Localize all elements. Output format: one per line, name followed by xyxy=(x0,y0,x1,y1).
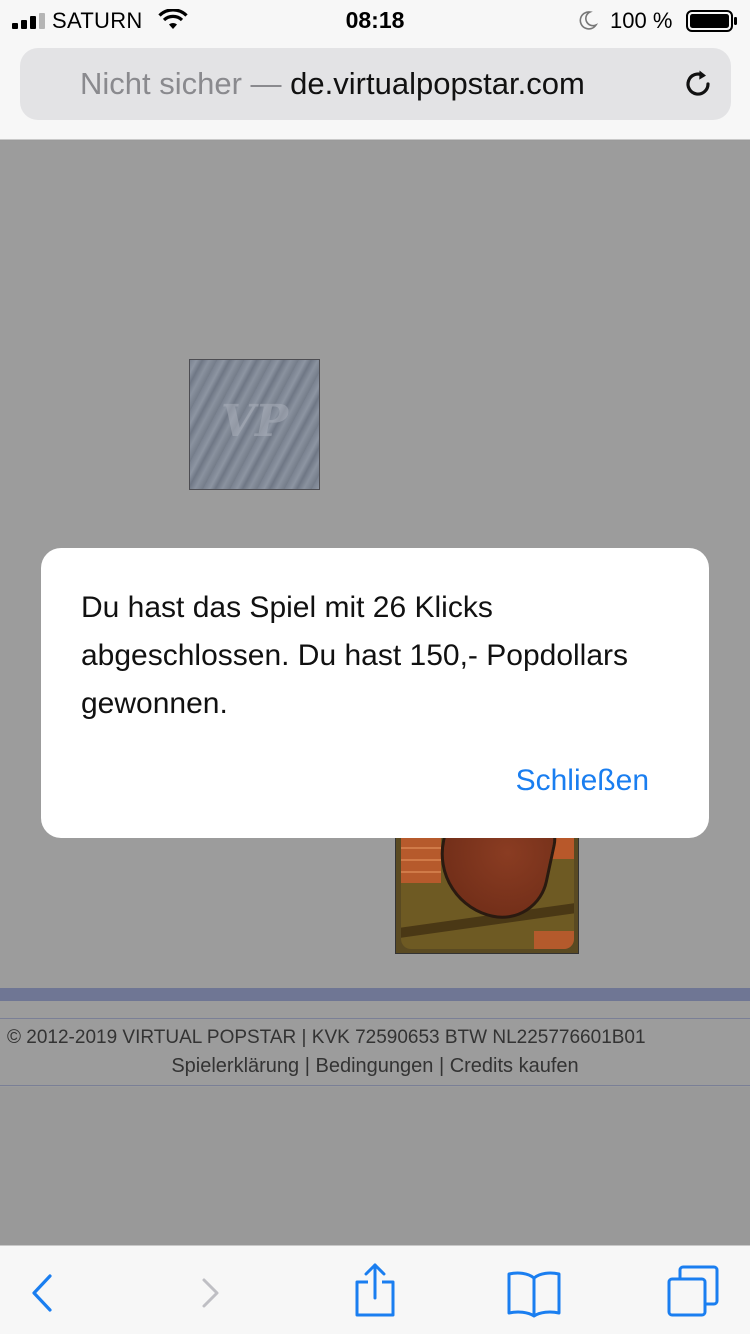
alert-message: Du hast das Spiel mit 26 Klicks abgeschl… xyxy=(81,591,629,720)
footer-separator: | xyxy=(299,1055,316,1077)
close-button[interactable]: Schließen xyxy=(516,764,649,798)
copyright-text: © 2012-2019 VIRTUAL POPSTAR | KVK 725906… xyxy=(7,1027,646,1048)
footer-separator: | xyxy=(433,1055,450,1077)
address-bar[interactable]: Nicht sicher — de.virtualpopstar.com xyxy=(20,48,731,120)
url-display[interactable]: Nicht sicher — de.virtualpopstar.com xyxy=(80,66,585,102)
card-artwork xyxy=(401,835,574,949)
footer-divider xyxy=(0,988,750,1001)
footer-links: Spielerklärung | Bedingungen | Credits k… xyxy=(0,1055,750,1078)
tabs-icon[interactable] xyxy=(666,1264,722,1320)
status-bar: SATURN 08:18 100 % xyxy=(0,0,750,40)
url-domain: de.virtualpopstar.com xyxy=(290,66,585,101)
page-background xyxy=(0,1087,750,1245)
footer-link-credits-kaufen[interactable]: Credits kaufen xyxy=(450,1055,579,1077)
browser-top-bar: Nicht sicher — de.virtualpopstar.com xyxy=(0,40,750,140)
memory-card-back[interactable]: VP xyxy=(189,359,320,490)
browser-toolbar xyxy=(0,1245,750,1334)
security-label: Nicht sicher — xyxy=(80,66,282,101)
battery-percent: 100 % xyxy=(610,8,673,33)
vp-logo: VP xyxy=(220,396,289,447)
share-icon[interactable] xyxy=(350,1262,400,1318)
moon-icon xyxy=(579,11,598,30)
footer-link-spielerklaerung[interactable]: Spielerklärung xyxy=(171,1055,299,1077)
forward-icon[interactable] xyxy=(186,1268,236,1318)
alert-dialog: Du hast das Spiel mit 26 Klicks abgeschl… xyxy=(41,548,709,838)
battery-icon xyxy=(686,10,737,32)
footer-link-bedingungen[interactable]: Bedingungen xyxy=(316,1055,434,1077)
reload-icon[interactable] xyxy=(681,67,715,101)
memory-card-face[interactable] xyxy=(395,834,579,954)
back-icon[interactable] xyxy=(18,1268,68,1318)
site-footer: © 2012-2019 VIRTUAL POPSTAR | KVK 725906… xyxy=(0,1018,750,1086)
bookmarks-icon[interactable] xyxy=(506,1268,562,1318)
